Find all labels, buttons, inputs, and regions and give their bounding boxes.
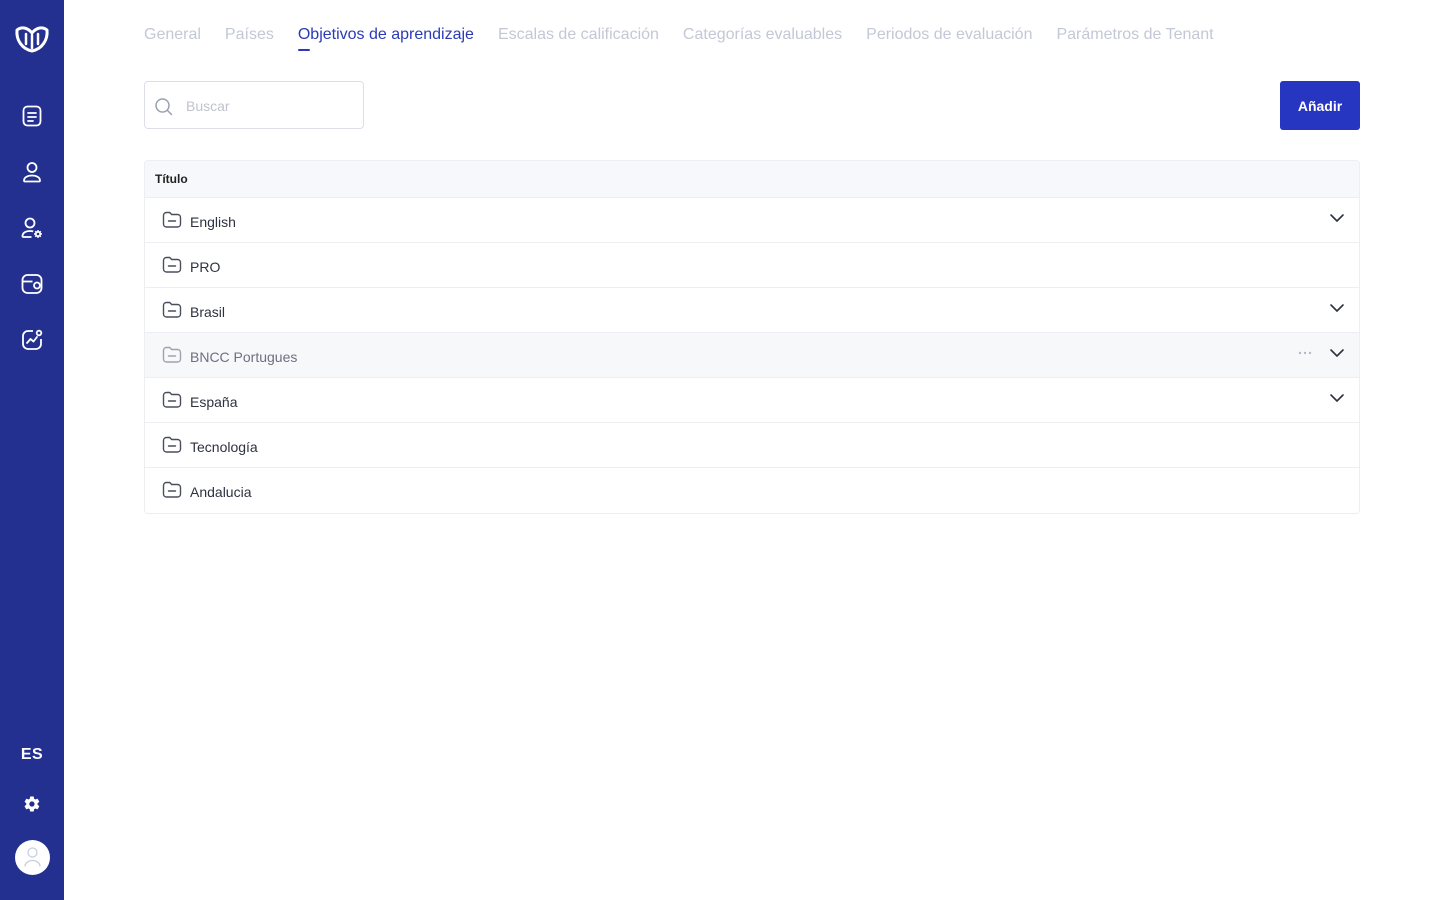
table-row[interactable]: España	[145, 378, 1359, 423]
row-title: PRO	[190, 259, 221, 275]
tab-paises[interactable]: Países	[225, 26, 274, 56]
tab-categorias-evaluables[interactable]: Categorías evaluables	[683, 26, 842, 56]
learning-objectives-table: Título English PRO Brasil BNCC Portugues…	[144, 160, 1360, 514]
tab-escalas-de-calificacion[interactable]: Escalas de calificación	[498, 26, 659, 56]
chevron-down-icon[interactable]	[1329, 345, 1345, 361]
avatar-icon	[24, 847, 41, 867]
search-icon	[155, 98, 173, 116]
table-header: Título	[145, 161, 1359, 198]
settings-tabs: General Países Objetivos de aprendizaje …	[144, 26, 1238, 56]
search-box	[144, 81, 364, 129]
more-options-icon[interactable]	[1298, 345, 1312, 361]
column-header-title: Título	[155, 172, 188, 186]
tab-periodos-de-evaluacion[interactable]: Periodos de evaluación	[866, 26, 1032, 56]
chevron-down-icon[interactable]	[1329, 390, 1345, 406]
row-title: English	[190, 214, 236, 230]
gear-icon[interactable]	[23, 795, 41, 813]
user-icon[interactable]	[20, 160, 44, 184]
chevron-down-icon[interactable]	[1329, 300, 1345, 316]
row-title: Tecnología	[190, 439, 258, 455]
table-row[interactable]: English	[145, 198, 1359, 243]
tab-parametros-de-tenant[interactable]: Parámetros de Tenant	[1056, 26, 1213, 56]
search-input[interactable]	[186, 96, 356, 116]
chevron-down-icon[interactable]	[1329, 210, 1345, 226]
table-row[interactable]: Andalucia	[145, 468, 1359, 513]
user-settings-icon[interactable]	[20, 216, 44, 240]
tab-objetivos-de-aprendizaje[interactable]: Objetivos de aprendizaje	[297, 26, 474, 56]
document-icon[interactable]	[20, 104, 44, 128]
row-title: Andalucia	[190, 484, 252, 500]
row-title: Brasil	[190, 304, 226, 320]
analytics-icon[interactable]	[20, 328, 44, 352]
row-title: BNCC Portugues	[190, 349, 298, 365]
table-row[interactable]: PRO	[145, 243, 1359, 288]
folder-icon	[162, 256, 182, 273]
table-row[interactable]: BNCC Portugues	[145, 333, 1359, 378]
folder-icon	[162, 211, 182, 228]
folder-icon	[162, 481, 182, 498]
table-row[interactable]: Tecnología	[145, 423, 1359, 468]
language-selector[interactable]: ES	[0, 746, 64, 764]
folder-icon	[162, 436, 182, 453]
row-title: España	[190, 394, 238, 410]
folder-icon	[162, 301, 182, 318]
folder-icon	[162, 391, 182, 408]
sidebar: ES	[0, 0, 64, 900]
table-row[interactable]: Brasil	[145, 288, 1359, 333]
tab-general[interactable]: General	[144, 26, 201, 56]
add-button[interactable]: Añadir	[1280, 81, 1360, 130]
folder-icon	[162, 346, 182, 363]
avatar[interactable]	[15, 840, 50, 875]
logo-icon[interactable]	[14, 24, 50, 54]
wallet-icon[interactable]	[20, 272, 44, 296]
